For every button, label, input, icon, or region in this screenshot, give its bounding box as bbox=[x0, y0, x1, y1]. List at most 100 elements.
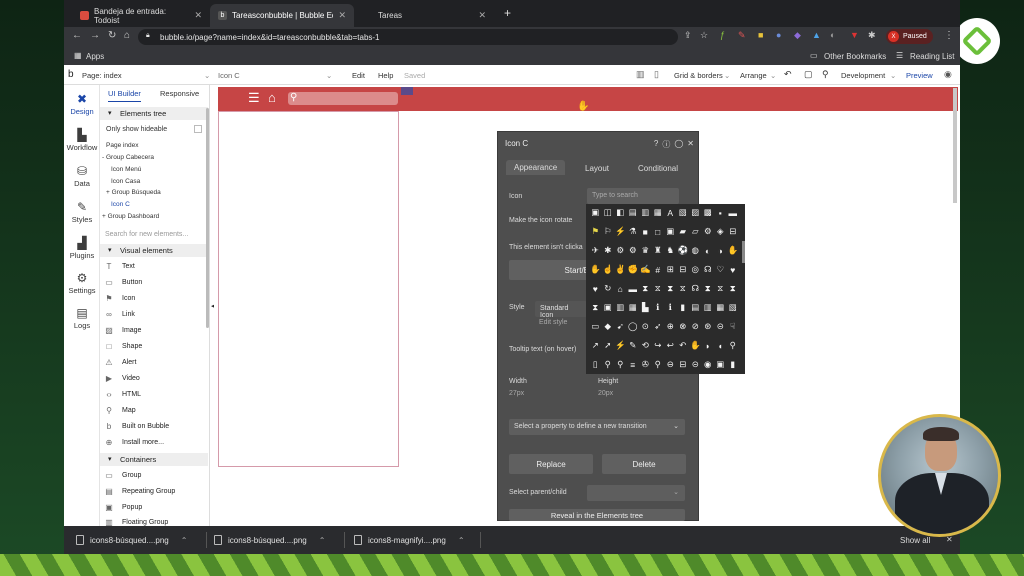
icon-option[interactable]: □ bbox=[652, 222, 665, 241]
icon-option[interactable]: ◉ bbox=[702, 355, 715, 374]
tab-layout[interactable]: Layout bbox=[585, 164, 609, 173]
icon-option[interactable]: ▥ bbox=[639, 204, 652, 222]
icon-option[interactable]: ⊞ bbox=[664, 260, 677, 279]
icon-option[interactable]: ⧗ bbox=[589, 298, 602, 317]
element-image[interactable]: ▨ Image bbox=[104, 326, 141, 335]
icon-option[interactable]: ▦ bbox=[627, 298, 640, 317]
element-built-on-bubble[interactable]: b Built on Bubble bbox=[104, 422, 169, 431]
only-hideable-checkbox[interactable] bbox=[194, 125, 202, 133]
element-shape[interactable]: □ Shape bbox=[104, 342, 143, 351]
element-html[interactable]: ‹› HTML bbox=[104, 390, 141, 399]
icon-option[interactable]: ✍ bbox=[639, 260, 652, 279]
element-video[interactable]: ▶ Video bbox=[104, 374, 140, 383]
icon-option[interactable]: ▥ bbox=[702, 298, 715, 317]
icon-option[interactable]: ◈ bbox=[714, 222, 727, 241]
icon-search-input[interactable]: Type to search bbox=[587, 188, 679, 204]
nav-settings[interactable]: ⚙ Settings bbox=[64, 272, 100, 295]
grid-borders-menu[interactable]: Grid & borders bbox=[674, 71, 723, 80]
icon-option[interactable]: ↻ bbox=[602, 279, 615, 298]
extension-icon[interactable]: ● bbox=[776, 30, 781, 40]
element-selector[interactable]: Icon C bbox=[218, 71, 240, 80]
icon-option[interactable]: ▯ bbox=[589, 355, 602, 374]
group-dashboard[interactable] bbox=[218, 111, 399, 467]
icon-option[interactable]: ◎ bbox=[689, 260, 702, 279]
element-text[interactable]: T Text bbox=[104, 262, 135, 271]
icon-option[interactable]: ⧗ bbox=[727, 279, 740, 298]
profile-status-chip[interactable]: X Paused bbox=[886, 29, 933, 44]
tab-responsive[interactable]: Responsive bbox=[160, 89, 199, 98]
icon-option[interactable]: ◑ bbox=[714, 241, 727, 260]
tree-item[interactable]: + Group Búsqueda bbox=[106, 189, 161, 196]
icon-option[interactable]: ✎ bbox=[627, 336, 640, 355]
icon-option[interactable]: ✌ bbox=[614, 260, 627, 279]
forward-icon[interactable]: → bbox=[90, 30, 100, 41]
element-install-more[interactable]: ⊕ Install more... bbox=[104, 438, 164, 447]
panel-scrollbar[interactable] bbox=[206, 108, 209, 328]
menu-kebab-icon[interactable]: ⋮ bbox=[944, 30, 954, 41]
icon-option[interactable]: ⚲ bbox=[614, 355, 627, 374]
nav-plugins[interactable]: ▟ Plugins bbox=[64, 237, 100, 260]
icon-option[interactable]: ▮ bbox=[677, 298, 690, 317]
new-tab-icon[interactable]: + bbox=[504, 6, 511, 20]
extension-icon[interactable]: ✎ bbox=[738, 30, 746, 41]
icon-option[interactable]: ⊘ bbox=[689, 317, 702, 336]
icon-option[interactable]: ☊ bbox=[702, 260, 715, 279]
close-icon[interactable]: ✕ bbox=[338, 10, 346, 21]
chevron-down-icon[interactable]: ⌄ bbox=[204, 71, 210, 80]
icon-option[interactable]: ♥ bbox=[589, 279, 602, 298]
close-icon[interactable]: ✕ bbox=[687, 139, 694, 150]
canvas-scrollbar[interactable] bbox=[953, 88, 957, 203]
icon-option[interactable]: ↪ bbox=[652, 336, 665, 355]
menu-help[interactable]: Help bbox=[378, 71, 393, 80]
icon-option[interactable]: ▩ bbox=[702, 204, 715, 222]
icon-option[interactable]: ◫ bbox=[602, 204, 615, 222]
icon-option[interactable]: ℹ bbox=[664, 298, 677, 317]
icon-option[interactable]: ⚲ bbox=[652, 355, 665, 374]
icon-option[interactable]: ⌂ bbox=[614, 279, 627, 298]
element-icon[interactable]: ⚑ Icon bbox=[104, 294, 135, 303]
icon-option[interactable]: ⧗ bbox=[639, 279, 652, 298]
help-icon[interactable]: ? bbox=[654, 139, 658, 150]
icon-option[interactable]: ↩ bbox=[664, 336, 677, 355]
download-item[interactable]: icons8-búsqued....png ⌃ bbox=[214, 526, 325, 554]
extension-icon[interactable]: ◆ bbox=[794, 30, 801, 41]
search-icon[interactable]: ⚲ bbox=[822, 69, 829, 80]
icon-option[interactable]: ✋ bbox=[727, 241, 740, 260]
tree-item[interactable]: - Group Cabecera bbox=[102, 154, 154, 161]
search-icon[interactable]: ⚲ bbox=[290, 92, 297, 103]
nav-workflow[interactable]: ▙ Workflow bbox=[64, 129, 100, 152]
extension-icon[interactable]: ◐ bbox=[830, 30, 835, 40]
arrange-menu[interactable]: Arrange bbox=[740, 71, 767, 80]
icon-option[interactable]: ✇ bbox=[639, 355, 652, 374]
icon-option[interactable]: ◆ bbox=[602, 317, 615, 336]
icon-option[interactable]: ▨ bbox=[689, 204, 702, 222]
menu-edit[interactable]: Edit bbox=[352, 71, 365, 80]
delete-button[interactable]: Delete bbox=[602, 454, 686, 474]
icon-option[interactable]: ♛ bbox=[639, 241, 652, 260]
star-icon[interactable]: ☆ bbox=[700, 30, 708, 41]
icon-picker-dropdown[interactable]: ▣ ◫ ◧ ▤ ▥ ▦ A ▧ ▨ ▩ ▪ ▬ ⚑ ⚐ ⚡ ⚗ ■ □ ▣ ▰ ▱ ⚙ ◈ ⊟ ✈ ✱ ⚙ ⚙ ♛ ♜ ♞ ⚽ ◍ ◐ ◑ ✋ ✋ ☝ ✌ ✊… bbox=[586, 204, 745, 374]
tab-todoist[interactable]: Bandeja de entrada: Todoist ✕ bbox=[72, 4, 210, 27]
element-alert[interactable]: ⚠ Alert bbox=[104, 358, 136, 367]
edit-style-link[interactable]: Edit style bbox=[539, 319, 567, 326]
extension-icon[interactable]: ▲ bbox=[812, 30, 821, 40]
icon-option[interactable]: ■ bbox=[639, 222, 652, 241]
account-icon[interactable]: ◉ bbox=[944, 69, 952, 80]
nav-design[interactable]: ✖ Design bbox=[64, 93, 100, 116]
show-all-button[interactable]: Show all bbox=[900, 536, 930, 545]
icon-option[interactable]: ▣ bbox=[714, 355, 727, 374]
containers-header[interactable]: Containers bbox=[100, 453, 208, 466]
responsive-icon[interactable]: ▯ bbox=[654, 69, 659, 80]
selected-icon-c[interactable] bbox=[401, 87, 413, 95]
icon-option[interactable]: ✋ bbox=[689, 336, 702, 355]
close-icon[interactable]: ✕ bbox=[478, 10, 486, 21]
icon-option[interactable]: ▬ bbox=[727, 204, 740, 222]
icon-option[interactable]: ➚ bbox=[602, 336, 615, 355]
icon-option[interactable]: ⧖ bbox=[652, 279, 665, 298]
icon-option[interactable]: ⊛ bbox=[702, 317, 715, 336]
icon-option[interactable]: ⧖ bbox=[714, 279, 727, 298]
redo-icon[interactable]: ▢ bbox=[804, 69, 813, 80]
icon-option[interactable]: ▭ bbox=[589, 317, 602, 336]
bookmark-apps[interactable]: Apps bbox=[86, 52, 104, 61]
icon-option[interactable]: ⚑ bbox=[589, 222, 602, 241]
